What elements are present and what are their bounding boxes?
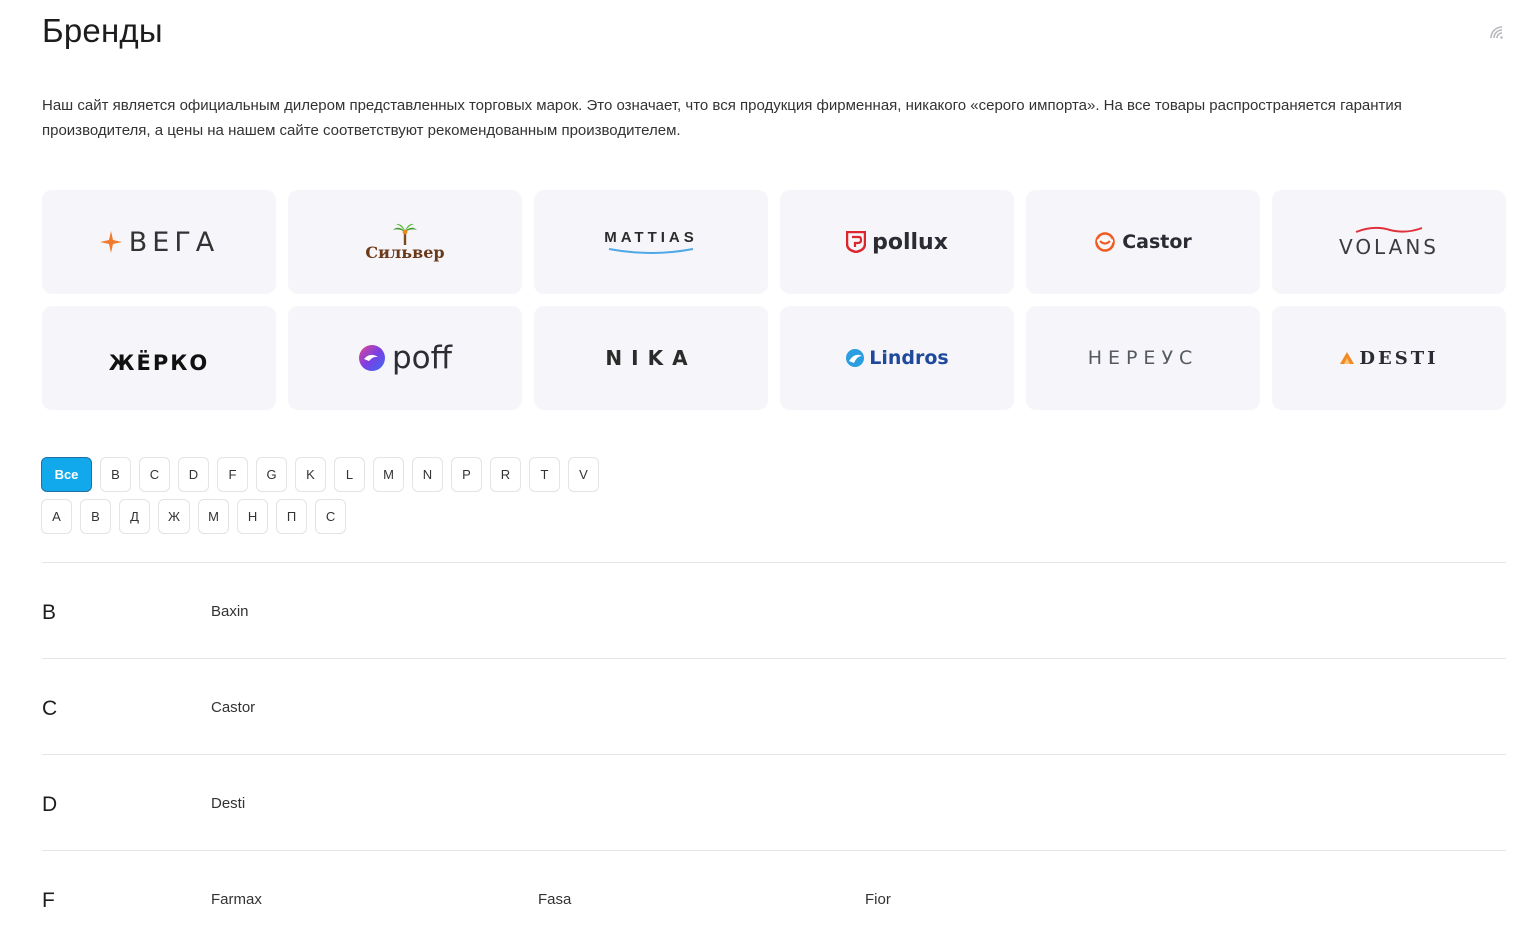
letter-section-f: F Farmax Fasa Fior [42,850,1506,946]
brand-tile-castor[interactable]: Castor [1026,190,1260,294]
poff-logo: poff [358,340,452,376]
filter-letter-button[interactable]: М [198,499,230,534]
desti-logo: DESTI [1339,348,1438,369]
logo-text: MATTIAS [604,229,698,246]
brand-link[interactable]: Baxin [211,603,249,620]
logo-text: DESTI [1359,347,1439,369]
palm-icon [392,223,417,245]
brand-index: B Baxin C Castor D Desti F Farmax Fasa F… [42,562,1506,946]
logo-text: poff [391,340,452,376]
logo-text: NIKA [605,346,697,370]
letter-section-c: C Castor [42,658,1506,754]
drop-icon [846,349,865,367]
lindros-logo: Lindros [845,347,949,369]
filter-letter-button[interactable]: Н [237,499,269,534]
star-icon [99,231,122,253]
filter-letter-button[interactable]: D [178,457,209,492]
filter-letter-button[interactable]: С [315,499,347,534]
brand-link[interactable]: Castor [211,699,255,716]
page-title: Бренды [42,12,163,49]
brand-tile-vega[interactable]: ВЕГА [42,190,276,294]
filter-all-button[interactable]: Все [41,457,92,492]
brand-tile-poff[interactable]: poff [288,306,522,410]
logo-text: Castor [1122,231,1192,253]
mattias-logo: MATTIAS [604,229,698,255]
filter-letter-button[interactable]: N [412,457,443,492]
filter-letter-button[interactable]: L [334,457,365,492]
logo-text: НЕРЕУС [1087,347,1199,369]
brand-tile-zherko[interactable]: ЖЁРКО [42,306,276,410]
logo-text: VOLANS [1338,235,1439,259]
castor-icon [1095,232,1116,252]
filter-letter-button[interactable]: B [100,457,131,492]
filter-letter-button[interactable]: П [276,499,308,534]
filter-letter-button[interactable]: V [568,457,599,492]
pollux-logo: pollux [846,230,948,255]
swirl-icon [358,345,385,371]
filter-letter-button[interactable]: Ж [158,499,191,534]
brand-tile-pollux[interactable]: pollux [780,190,1014,294]
latin-filter-row: Все B C D F G K L M N P R T V [41,457,599,492]
brand-link[interactable]: Farmax [211,891,262,908]
logo-text: ВЕГА [128,226,220,258]
filter-letter-button[interactable]: K [295,457,326,492]
brand-link[interactable]: Fior [865,891,891,908]
triangle-icon [1340,352,1355,364]
brand-tile-nika[interactable]: NIKA [534,306,768,410]
castor-logo: Castor [1094,231,1192,253]
brand-logo-grid: ВЕГА Сильвер MATTIAS pollux Castor VOLAN… [42,190,1506,410]
filter-letter-button[interactable]: В [80,499,111,534]
letter-section-b: B Baxin [42,562,1506,658]
logo-text: pollux [872,229,948,255]
section-letter: C [42,697,58,720]
brand-tile-mattias[interactable]: MATTIAS [534,190,768,294]
filter-letter-button[interactable]: T [529,457,560,492]
letter-filter: Все B C D F G K L M N P R T V А В Д Ж М … [41,457,599,541]
letter-section-d: D Desti [42,754,1506,850]
filter-letter-button[interactable]: G [256,457,287,492]
intro-text: Наш сайт является официальным дилером пр… [42,97,1402,139]
swoosh-icon [608,248,694,254]
volans-logo: VOLANS [1339,225,1439,259]
nereus-logo: НЕРЕУС [1088,347,1199,369]
zherko-logo: ЖЁРКО [109,341,209,375]
logo-text: ЖЁРКО [108,351,210,375]
nika-logo: NIKA [605,346,696,370]
silver-logo: Сильвер [365,223,445,262]
brand-tile-volans[interactable]: VOLANS [1272,190,1506,294]
rss-icon[interactable] [1488,24,1504,40]
section-letter: F [42,889,55,912]
section-letter: B [42,601,57,624]
logo-text: Lindros [869,347,949,369]
section-letter: D [42,793,58,816]
filter-letter-button[interactable]: Д [119,499,150,534]
filter-letter-button[interactable]: C [139,457,170,492]
filter-letter-button[interactable]: M [373,457,404,492]
filter-letter-button[interactable]: А [41,499,72,534]
shield-icon [846,231,867,253]
logo-text: Сильвер [365,242,445,262]
brand-link[interactable]: Fasa [538,891,571,908]
brand-tile-lindros[interactable]: Lindros [780,306,1014,410]
filter-letter-button[interactable]: P [451,457,482,492]
brand-tile-desti[interactable]: DESTI [1272,306,1506,410]
filter-letter-button[interactable]: F [217,457,248,492]
vega-logo: ВЕГА [99,227,220,258]
brand-link[interactable]: Desti [211,795,245,812]
brand-tile-silver[interactable]: Сильвер [288,190,522,294]
cyrillic-filter-row: А В Д Ж М Н П С [41,499,599,534]
brand-tile-nereus[interactable]: НЕРЕУС [1026,306,1260,410]
wave-icon [1355,226,1423,233]
filter-letter-button[interactable]: R [490,457,521,492]
